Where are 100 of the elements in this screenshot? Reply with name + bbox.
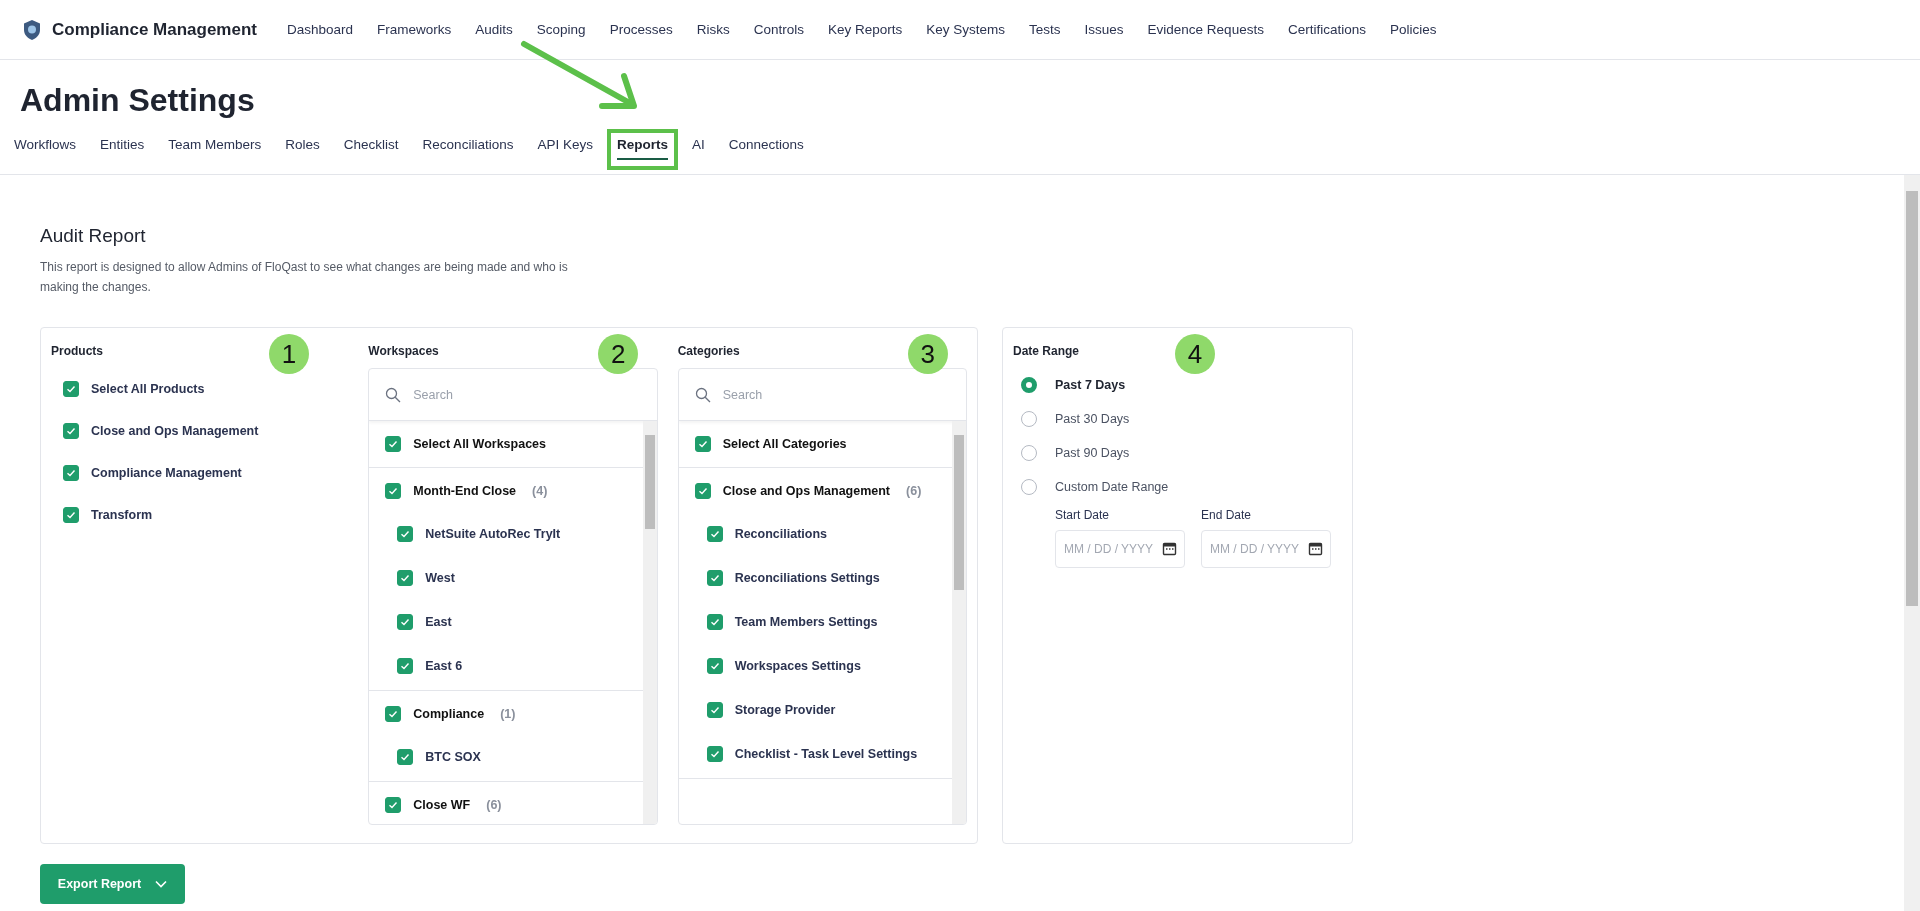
nav-link[interactable]: Key Systems bbox=[926, 22, 1006, 37]
calendar-icon[interactable] bbox=[1308, 541, 1323, 556]
checkbox-item[interactable]: Close and Ops Management bbox=[51, 410, 349, 452]
checkbox-item[interactable]: Checklist - Task Level Settings bbox=[678, 733, 918, 775]
checkbox-item[interactable]: Month-End Close (4) bbox=[369, 470, 643, 512]
radio-option[interactable]: Custom Date Range bbox=[1013, 470, 1342, 504]
checkbox[interactable] bbox=[397, 614, 414, 630]
nav-link[interactable]: Dashboard bbox=[287, 22, 354, 37]
tab[interactable]: AI bbox=[681, 129, 715, 170]
checkbox[interactable] bbox=[706, 658, 723, 674]
checkbox-item[interactable]: Compliance (1) bbox=[369, 693, 643, 735]
checkbox-item[interactable]: Reconciliations Settings bbox=[678, 557, 880, 599]
check-icon bbox=[388, 486, 399, 496]
check-icon bbox=[66, 510, 76, 520]
nav-link[interactable]: Frameworks bbox=[377, 22, 452, 37]
checkbox-item[interactable]: Close and Ops Management (6) bbox=[678, 470, 952, 512]
page-scrollbar[interactable] bbox=[1904, 175, 1920, 911]
check-icon bbox=[697, 486, 708, 496]
nav-link[interactable]: Risks bbox=[696, 22, 730, 37]
checkbox[interactable] bbox=[694, 483, 711, 499]
checkbox-item[interactable]: Close WF (6) bbox=[369, 784, 643, 824]
check-icon bbox=[400, 529, 411, 539]
count-label: (4) bbox=[532, 484, 548, 498]
nav-link[interactable]: Issues bbox=[1084, 22, 1124, 37]
tab[interactable]: Workflows bbox=[4, 129, 86, 170]
nav-link[interactable]: Controls bbox=[753, 22, 804, 37]
checkbox[interactable] bbox=[385, 436, 402, 452]
checkbox[interactable] bbox=[706, 526, 723, 542]
tab[interactable]: API Keys bbox=[527, 129, 603, 170]
check-icon bbox=[400, 573, 411, 583]
tab[interactable]: Roles bbox=[275, 129, 330, 170]
checkbox[interactable] bbox=[694, 436, 711, 452]
calendar-icon[interactable] bbox=[1162, 541, 1177, 556]
checkbox[interactable] bbox=[706, 614, 723, 630]
section-description: This report is designed to allow Admins of FloQast to see what changes are being made and who is making the changes. bbox=[40, 259, 569, 296]
checkbox-item[interactable]: Transform bbox=[51, 494, 349, 536]
tab[interactable]: Reports bbox=[606, 129, 678, 170]
column-heading: Date Range bbox=[1013, 344, 1080, 358]
nav-link[interactable]: Audits bbox=[475, 22, 513, 37]
column-heading: Workspaces bbox=[368, 344, 439, 358]
check-icon bbox=[66, 426, 76, 436]
scrollbar[interactable] bbox=[952, 421, 966, 824]
checkbox-item[interactable]: East bbox=[369, 601, 452, 643]
date-field[interactable]: MM / DD / YYYY bbox=[1055, 530, 1185, 568]
section-title: Audit Report bbox=[40, 225, 147, 247]
checkbox-item[interactable]: NetSuite AutoRec TryIt bbox=[369, 513, 561, 555]
checkbox[interactable] bbox=[385, 797, 402, 813]
tab[interactable]: Checklist bbox=[333, 129, 409, 170]
nav-link[interactable]: Certifications bbox=[1287, 22, 1366, 37]
checkbox[interactable] bbox=[706, 746, 723, 762]
count-label: (6) bbox=[486, 798, 502, 812]
nav-link[interactable]: Tests bbox=[1029, 22, 1061, 37]
radio-button[interactable] bbox=[1021, 445, 1037, 461]
checkbox-item[interactable]: Workspaces Settings bbox=[678, 645, 861, 687]
checkbox[interactable] bbox=[63, 423, 79, 439]
checkbox-item[interactable]: East 6 bbox=[369, 645, 463, 687]
count-label: (6) bbox=[906, 484, 922, 498]
nav-link[interactable]: Scoping bbox=[536, 22, 586, 37]
checkbox-item[interactable]: Select All Categories bbox=[678, 423, 952, 465]
checkbox-item[interactable]: BTC SOX bbox=[369, 736, 481, 778]
checkbox[interactable] bbox=[706, 702, 723, 718]
radio-button[interactable] bbox=[1021, 411, 1037, 427]
nav-link[interactable]: Key Reports bbox=[827, 22, 903, 37]
tab[interactable]: Team Members bbox=[158, 129, 272, 170]
checkbox[interactable] bbox=[706, 570, 723, 586]
check-icon bbox=[400, 752, 411, 762]
scrollbar[interactable] bbox=[642, 421, 657, 824]
checkbox-item[interactable]: Compliance Management bbox=[51, 452, 349, 494]
tab[interactable]: Reconciliations bbox=[412, 129, 524, 170]
chevron-down-icon bbox=[155, 880, 168, 888]
check-icon bbox=[697, 439, 708, 449]
checkbox-item[interactable]: West bbox=[369, 557, 455, 599]
checkbox-item[interactable]: Select All Workspaces bbox=[369, 423, 643, 465]
radio-option[interactable]: Past 30 Days bbox=[1013, 402, 1342, 436]
checkbox[interactable] bbox=[63, 465, 79, 481]
checkbox[interactable] bbox=[397, 749, 414, 765]
checkbox[interactable] bbox=[397, 658, 414, 674]
date-field[interactable]: MM / DD / YYYY bbox=[1201, 530, 1331, 568]
checkbox[interactable] bbox=[385, 706, 402, 722]
number-badge: 1 bbox=[269, 334, 309, 374]
checkbox[interactable] bbox=[63, 507, 79, 523]
tab[interactable]: Connections bbox=[718, 129, 814, 170]
checkbox[interactable] bbox=[397, 526, 414, 542]
nav-link[interactable]: Processes bbox=[609, 22, 673, 37]
tab[interactable]: Entities bbox=[90, 129, 155, 170]
column-heading: Products bbox=[51, 344, 103, 358]
checkbox[interactable] bbox=[385, 483, 402, 499]
nav-link[interactable]: Evidence Requests bbox=[1147, 22, 1264, 37]
number-badge: 4 bbox=[1175, 334, 1215, 374]
radio-button[interactable] bbox=[1021, 377, 1037, 393]
number-badge: 3 bbox=[907, 334, 948, 374]
checkbox-item[interactable]: Reconciliations bbox=[678, 513, 828, 555]
radio-button[interactable] bbox=[1021, 479, 1037, 495]
nav-link[interactable]: Policies bbox=[1389, 22, 1437, 37]
checkbox[interactable] bbox=[397, 570, 414, 586]
checkbox-item[interactable]: Team Members Settings bbox=[678, 601, 878, 643]
radio-option[interactable]: Past 90 Days bbox=[1013, 436, 1342, 470]
field-label: Start Date bbox=[1055, 508, 1111, 522]
checkbox[interactable] bbox=[63, 381, 79, 397]
checkbox-item[interactable]: Storage Provider bbox=[678, 689, 836, 731]
